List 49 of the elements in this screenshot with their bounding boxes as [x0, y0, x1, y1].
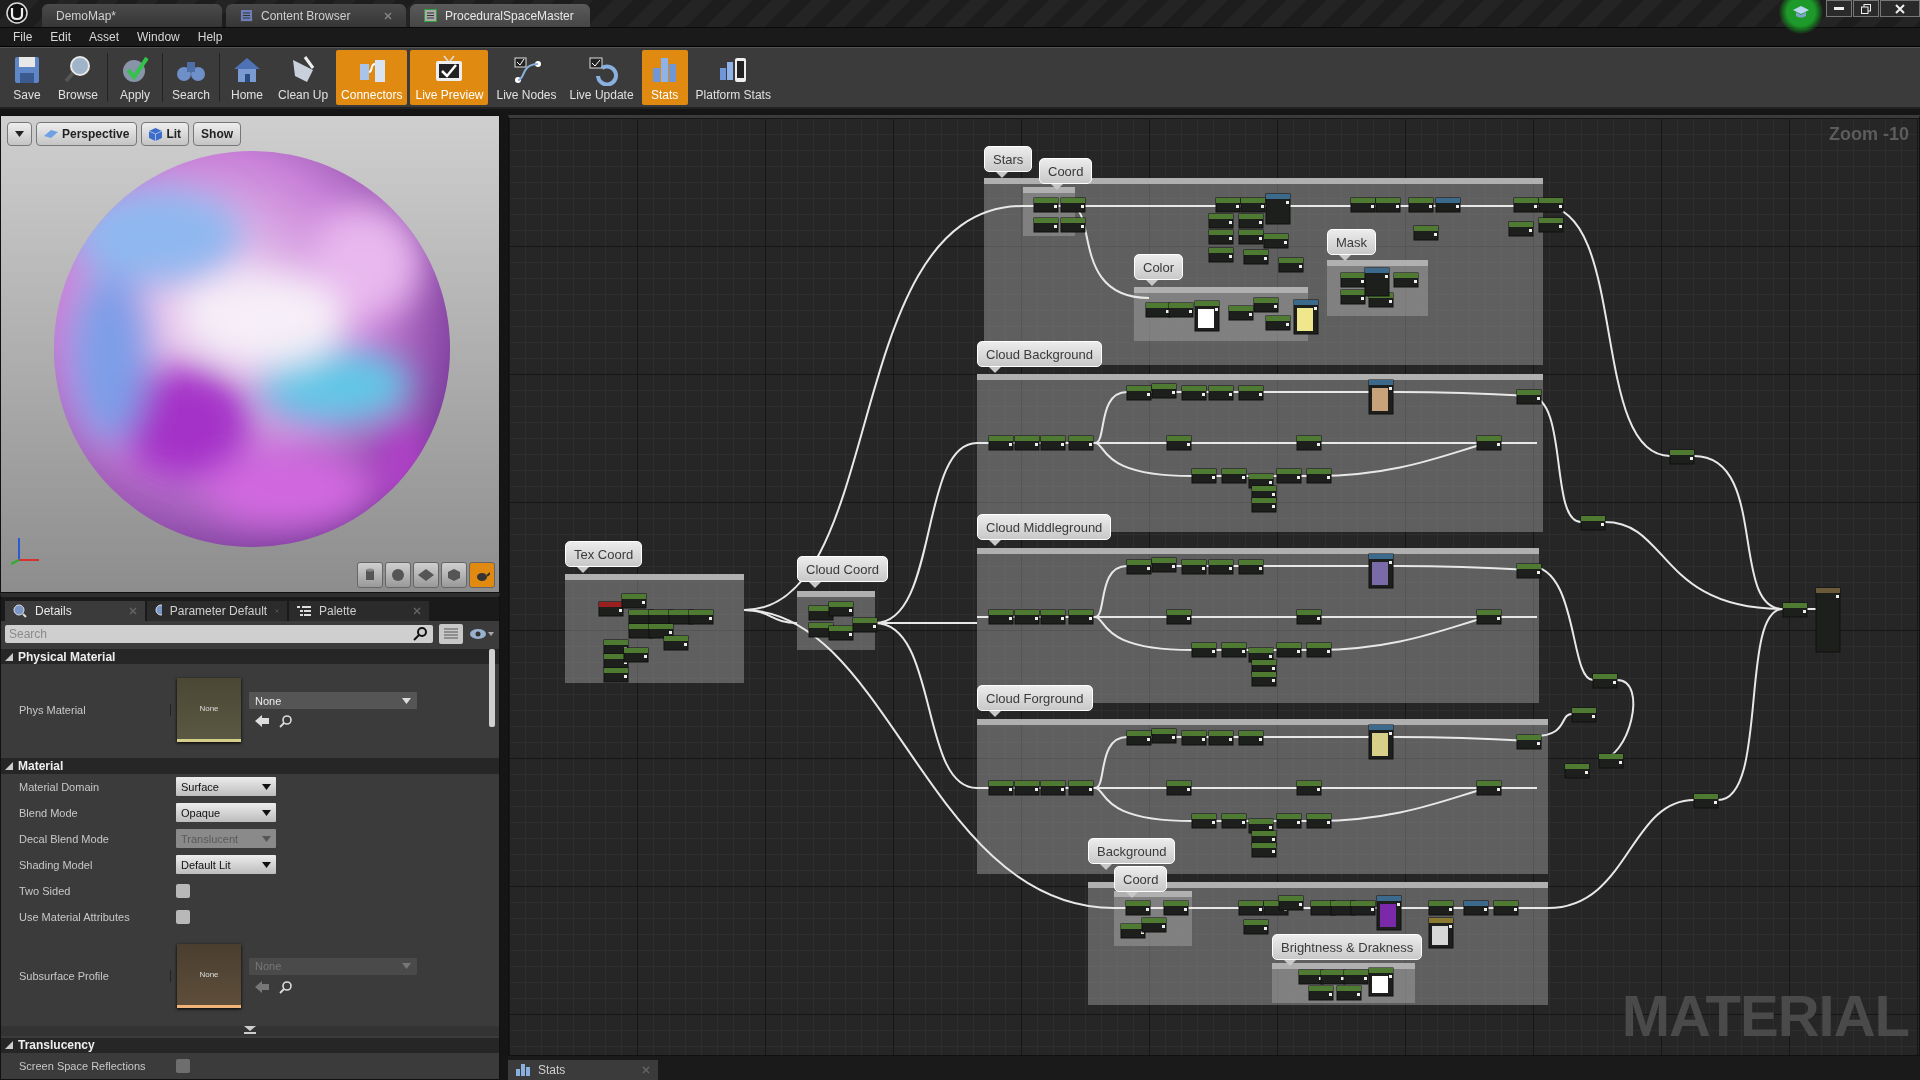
menu-item[interactable]: File: [4, 30, 42, 44]
viewport-button[interactable]: Perspective: [36, 122, 138, 146]
asset-dropdown[interactable]: None: [249, 692, 417, 710]
property-label: Blend Mode: [18, 806, 79, 819]
section-title: Physical Material: [18, 649, 116, 664]
panel-tab[interactable]: Details: [5, 601, 145, 621]
section-title: Material: [18, 759, 64, 773]
toolbar-button[interactable]: Save: [4, 50, 50, 105]
tab-label: Stats: [538, 1063, 566, 1077]
toolbar-button[interactable]: Apply: [112, 50, 158, 105]
document-tab[interactable]: Content Browser: [226, 4, 406, 27]
property-label: Screen Space Reflections: [18, 1060, 147, 1072]
toolbar-button[interactable]: Platform Stats: [690, 50, 776, 105]
toolbar-button[interactable]: Live Nodes: [491, 50, 562, 105]
menu-item[interactable]: Window: [128, 30, 189, 44]
section-title: Translucency: [18, 1038, 95, 1053]
toolbar-button[interactable]: Home: [224, 50, 271, 105]
tab-label: DemoMap*: [56, 8, 117, 23]
menu-item[interactable]: Asset: [80, 30, 129, 44]
property-label: Subsurface Profile: [1, 969, 171, 982]
tab-label: Details: [35, 604, 72, 618]
asset-thumbnail[interactable]: None: [177, 678, 241, 743]
toolbar-button[interactable]: Search: [167, 50, 216, 105]
property-label: Shading Model: [18, 858, 94, 871]
tab-label: Parameter Default: [169, 604, 268, 618]
property-label: Two Sided: [18, 884, 72, 897]
property-label: Material Domain: [18, 780, 101, 793]
property-dropdown[interactable]: Surface: [176, 777, 276, 797]
menu-item[interactable]: Edit: [41, 30, 81, 44]
property-dropdown[interactable]: Opaque: [176, 803, 276, 823]
property-label: Phys Material: [1, 704, 171, 717]
tab-label: ProceduralSpaceMaster: [445, 8, 574, 23]
property-label: Use Material Attributes: [18, 910, 131, 923]
document-tab[interactable]: DemoMap*: [42, 4, 222, 27]
document-tab[interactable]: ProceduralSpaceMaster: [410, 4, 590, 27]
menu-item[interactable]: Help: [188, 30, 232, 44]
panel-tab[interactable]: Palette: [289, 601, 429, 621]
viewport-button[interactable]: Lit: [141, 122, 190, 146]
viewport-button[interactable]: Show: [193, 122, 242, 146]
tab-label: Palette: [319, 604, 357, 618]
tab-label: Content Browser: [261, 8, 351, 23]
toolbar-button[interactable]: Browse: [53, 50, 103, 105]
panel-tab[interactable]: Parameter Default: [147, 601, 287, 621]
panel-tab[interactable]: Stats: [508, 1060, 658, 1080]
property-label: Decal Blend Mode: [18, 832, 110, 845]
search-field[interactable]: Search: [5, 625, 413, 643]
property-dropdown[interactable]: Default Lit: [176, 855, 276, 875]
toolbar-button[interactable]: Live Update: [564, 50, 639, 105]
toolbar-button[interactable]: Clean Up: [273, 50, 334, 105]
